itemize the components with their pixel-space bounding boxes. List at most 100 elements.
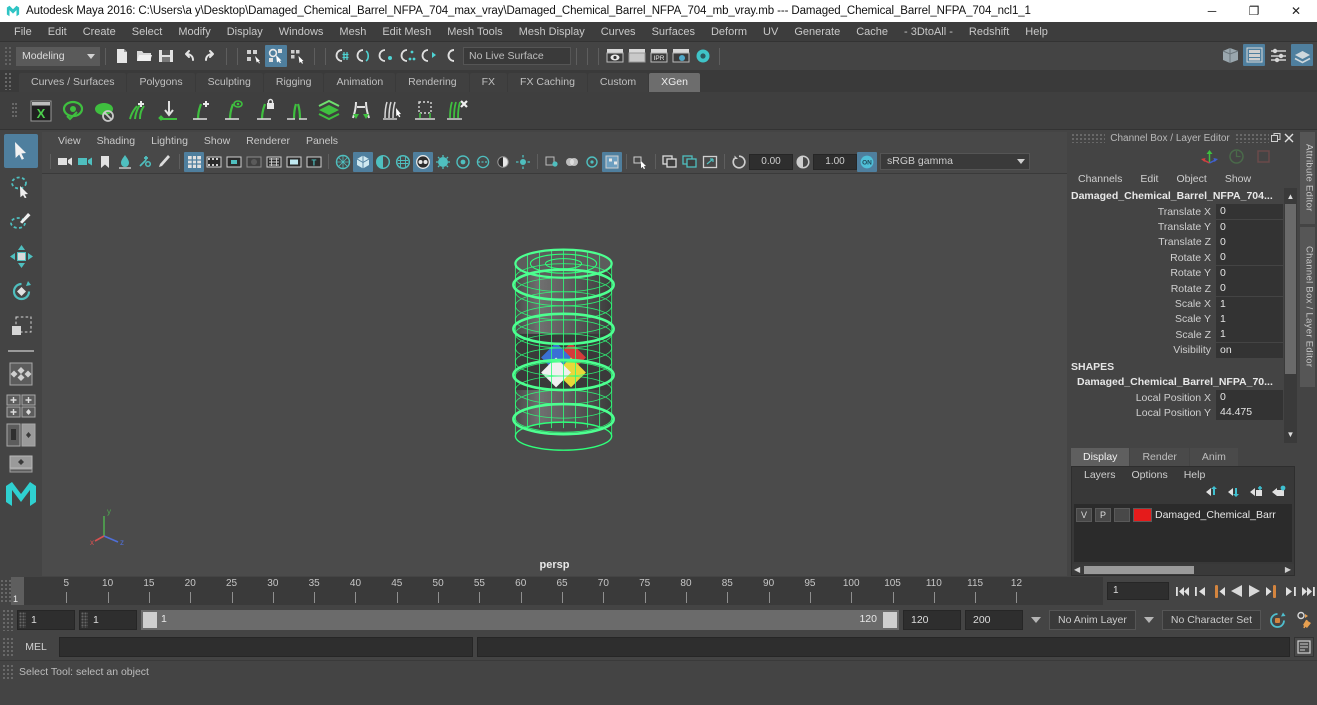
commandline-grip[interactable] [2, 637, 13, 657]
safe-action-icon[interactable] [284, 152, 304, 172]
menu-deform[interactable]: Deform [703, 22, 755, 42]
channel-value[interactable]: 0 [1216, 281, 1283, 297]
menu-mesh-display[interactable]: Mesh Display [511, 22, 593, 42]
go-to-start-icon[interactable] [1174, 580, 1191, 602]
helpline-grip[interactable] [2, 663, 13, 680]
bookmark-icon[interactable] [95, 152, 115, 172]
xgen-lock-guide-icon[interactable] [250, 95, 280, 127]
channel-box[interactable]: Damaged_Chemical_Barrel_NFPA_704... Tran… [1069, 188, 1297, 443]
layer-horizontal-scrollbar[interactable]: ◀ ▶ [1072, 564, 1294, 575]
script-editor-icon[interactable] [1294, 637, 1314, 657]
snap-point-icon[interactable] [375, 45, 397, 67]
panel-grip[interactable] [1071, 133, 1105, 143]
select-component-icon[interactable] [287, 45, 309, 67]
shelf-tab-rendering[interactable]: Rendering [396, 73, 469, 92]
channel-value[interactable]: 1 [1216, 311, 1283, 327]
step-forward-keyframe-icon[interactable] [1282, 580, 1299, 602]
menu-help[interactable]: Help [1017, 22, 1056, 42]
channel-value[interactable]: 0 [1216, 265, 1283, 281]
make-live-icon[interactable] [441, 45, 463, 67]
select-hierarchy-icon[interactable] [243, 45, 265, 67]
layer-color-swatch[interactable] [1133, 508, 1152, 522]
anim-layer-selector[interactable]: No Anim Layer [1049, 610, 1136, 630]
shelf-tab-fx-caching[interactable]: FX Caching [508, 73, 587, 92]
attribute-editor-icon[interactable] [1243, 44, 1265, 66]
hypershade-icon[interactable] [692, 45, 714, 67]
shelf-tab-custom[interactable]: Custom [587, 73, 649, 92]
layer-playback-toggle[interactable]: P [1095, 508, 1111, 522]
viewport-canvas[interactable]: y z x persp [42, 174, 1067, 576]
menu-edit[interactable]: Edit [40, 22, 75, 42]
paint-effects-icon[interactable] [135, 152, 155, 172]
xgen-mask-icon[interactable] [410, 95, 440, 127]
move-tool-button[interactable] [4, 239, 38, 273]
paint-select-tool-button[interactable] [4, 204, 38, 238]
new-layer-icon[interactable] [1249, 485, 1264, 501]
auto-keyframe-icon[interactable] [1265, 609, 1289, 631]
current-time-field[interactable]: 1 [1107, 582, 1169, 600]
new-layer-from-selected-icon[interactable] [1271, 485, 1286, 501]
textured-icon[interactable] [393, 152, 413, 172]
xgen-disable-preview-icon[interactable] [90, 95, 120, 127]
new-scene-icon[interactable] [111, 45, 133, 67]
panel-grip[interactable] [1235, 133, 1269, 143]
ipr-render-icon[interactable]: IPR [648, 45, 670, 67]
scroll-up-icon[interactable]: ▲ [1284, 190, 1297, 203]
menu-curves[interactable]: Curves [593, 22, 644, 42]
scrollbar-thumb[interactable] [1285, 204, 1296, 374]
snap-curve-icon[interactable] [353, 45, 375, 67]
shelf-tab-polygons[interactable]: Polygons [127, 73, 195, 92]
step-back-keyframe-icon[interactable] [1192, 580, 1209, 602]
grease-pencil-icon[interactable] [155, 152, 175, 172]
layer-menu-options[interactable]: Options [1124, 467, 1176, 484]
snap-projected-center-icon[interactable] [397, 45, 419, 67]
shelf-tab-xgen[interactable]: XGen [649, 73, 700, 92]
xgen-add-guide-icon[interactable] [186, 95, 216, 127]
shelf-tab-fx[interactable]: FX [469, 73, 508, 92]
shelf-tab-rigging[interactable]: Rigging [263, 73, 324, 92]
channel-value[interactable]: 0 [1216, 234, 1283, 250]
film-gate-icon[interactable] [204, 152, 224, 172]
color-management-selector[interactable]: sRGB gamma [880, 153, 1030, 170]
xray-icon[interactable] [562, 152, 582, 172]
channel-value[interactable]: 1 [1216, 296, 1283, 312]
xgen-select-guide-icon[interactable] [218, 95, 248, 127]
channel-value[interactable]: 0 [1216, 390, 1283, 406]
motion-blur-icon[interactable] [473, 152, 493, 172]
animation-preferences-icon[interactable] [1293, 609, 1317, 631]
side-tab-channel-box[interactable]: Channel Box / Layer Editor [1299, 227, 1315, 387]
channelbox-menu-object[interactable]: Object [1167, 170, 1215, 188]
exposure-icon[interactable] [729, 152, 749, 172]
xgen-delete-icon[interactable] [442, 95, 472, 127]
menu-generate[interactable]: Generate [786, 22, 848, 42]
go-to-end-icon[interactable] [1300, 580, 1317, 602]
shelf-grip[interactable] [4, 72, 13, 90]
rotate-manipulator-icon[interactable] [1227, 147, 1246, 169]
statusline-grip[interactable] [4, 46, 13, 66]
layer-menu-layers[interactable]: Layers [1076, 467, 1124, 484]
layer-row[interactable]: V P Damaged_Chemical_Barr [1076, 507, 1290, 523]
menu-select[interactable]: Select [124, 22, 171, 42]
channelbox-menu-show[interactable]: Show [1216, 170, 1260, 188]
minimize-button[interactable]: ─ [1191, 0, 1233, 22]
channelbox-scrollbar[interactable]: ▲ ▼ [1284, 188, 1297, 443]
xgen-preview-icon[interactable] [58, 95, 88, 127]
layer-shading-toggle[interactable] [1114, 508, 1130, 522]
playback-end-time-field[interactable]: 120 [903, 610, 961, 630]
close-button[interactable]: ✕ [1275, 0, 1317, 22]
image-plane-icon[interactable] [115, 152, 135, 172]
wireframe-icon[interactable] [333, 152, 353, 172]
step-forward-frame-icon[interactable] [1264, 580, 1281, 602]
single-perspective-layout-button[interactable] [4, 392, 38, 420]
xgen-layers-icon[interactable] [314, 95, 344, 127]
menu-create[interactable]: Create [75, 22, 124, 42]
channel-value[interactable]: on [1216, 342, 1283, 358]
gamma-field[interactable]: 1.00 [813, 153, 857, 170]
lasso-select-tool-button[interactable] [4, 169, 38, 203]
rangeslider-grip[interactable] [2, 609, 13, 631]
tab-render[interactable]: Render [1130, 448, 1189, 466]
command-input[interactable] [59, 637, 473, 657]
shelf-tab-animation[interactable]: Animation [324, 73, 396, 92]
xray-joints-icon[interactable] [582, 152, 602, 172]
xgen-mirror-guide-icon[interactable] [282, 95, 312, 127]
